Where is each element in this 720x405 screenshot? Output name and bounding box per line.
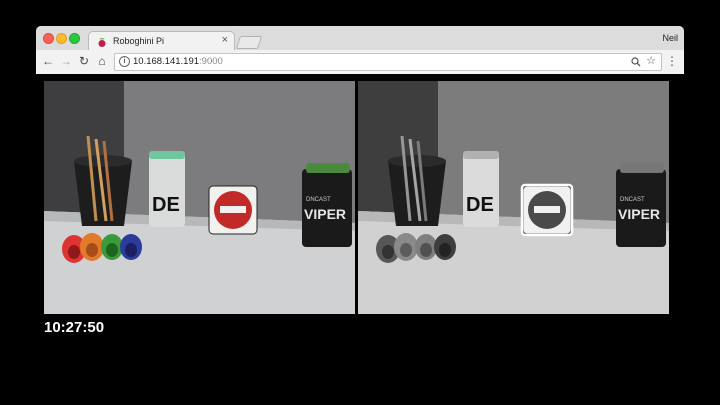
url-host: 10.168.141.191 xyxy=(133,56,200,67)
raspberry-icon xyxy=(98,38,106,47)
info-icon[interactable]: i xyxy=(119,56,130,67)
menu-icon[interactable]: ⋮ xyxy=(666,53,678,69)
clock-timestamp: 10:27:50 xyxy=(44,319,105,336)
can-text-de-processed: DE xyxy=(466,194,494,216)
can-text-de: DE xyxy=(152,194,180,216)
window-close-button[interactable] xyxy=(43,33,54,44)
forward-arrow-icon[interactable]: → xyxy=(58,53,74,69)
browser-toolbar: ← → ↻ ⌂ i 10.168.141.191:9000 ☆ ⋮ xyxy=(36,50,684,74)
tab-close-icon[interactable]: × xyxy=(222,34,228,46)
can-text-viper-processed: VIPER xyxy=(618,206,660,222)
browser-window: Roboghini Pi × Neil ← → ↻ ⌂ i 10.168.141… xyxy=(36,26,684,74)
window-minimize-button[interactable] xyxy=(56,33,67,44)
can-text-small: DNCAST xyxy=(306,197,331,203)
color-camera-feed: DE DNCAST VIPER xyxy=(44,81,355,314)
can-text-viper: VIPER xyxy=(304,206,346,222)
back-arrow-icon[interactable]: ← xyxy=(40,53,56,69)
url-port: :9000 xyxy=(199,56,223,67)
tab-title: Roboghini Pi xyxy=(113,36,165,46)
address-bar[interactable]: i 10.168.141.191:9000 ☆ xyxy=(114,53,662,71)
profile-name[interactable]: Neil xyxy=(662,33,678,43)
tab-strip: Roboghini Pi × Neil xyxy=(36,26,684,52)
home-icon[interactable]: ⌂ xyxy=(94,53,110,69)
camera-scene: DE DNCAST VIPER xyxy=(44,81,355,314)
camera-scene-processed: DE DNCAST VIPER xyxy=(358,81,669,314)
window-maximize-button[interactable] xyxy=(69,33,80,44)
tab-roboghini-pi[interactable]: Roboghini Pi × xyxy=(88,31,235,52)
zoom-icon[interactable] xyxy=(631,57,641,67)
url-text: 10.168.141.191:9000 xyxy=(133,56,223,67)
grayscale-camera-feed: DE DNCAST VIPER xyxy=(358,81,669,314)
star-icon[interactable]: ☆ xyxy=(646,54,656,67)
can-text-small-processed: DNCAST xyxy=(620,197,645,203)
new-tab-button[interactable] xyxy=(235,36,263,49)
reload-icon[interactable]: ↻ xyxy=(76,53,92,69)
